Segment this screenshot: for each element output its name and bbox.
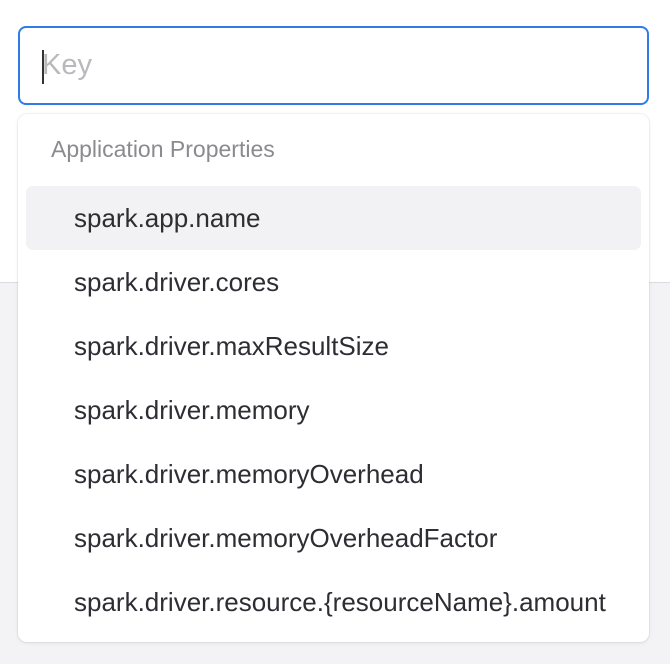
option-spark-driver-memory[interactable]: spark.driver.memory	[26, 378, 641, 442]
option-spark-app-name[interactable]: spark.app.name	[26, 186, 641, 250]
key-input-container[interactable]	[18, 26, 649, 105]
autocomplete-dropdown: Application Properties spark.app.name sp…	[18, 114, 649, 642]
key-input[interactable]	[20, 28, 647, 103]
option-spark-driver-memoryoverhead[interactable]: spark.driver.memoryOverhead	[26, 442, 641, 506]
group-header-application-properties: Application Properties	[51, 136, 275, 162]
option-spark-driver-cores[interactable]: spark.driver.cores	[26, 250, 641, 314]
option-spark-driver-resource-amount[interactable]: spark.driver.resource.{resourceName}.amo…	[26, 570, 641, 634]
text-caret	[42, 50, 44, 84]
option-spark-driver-memoryoverheadfactor[interactable]: spark.driver.memoryOverheadFactor	[26, 506, 641, 570]
option-spark-driver-maxresultsize[interactable]: spark.driver.maxResultSize	[26, 314, 641, 378]
